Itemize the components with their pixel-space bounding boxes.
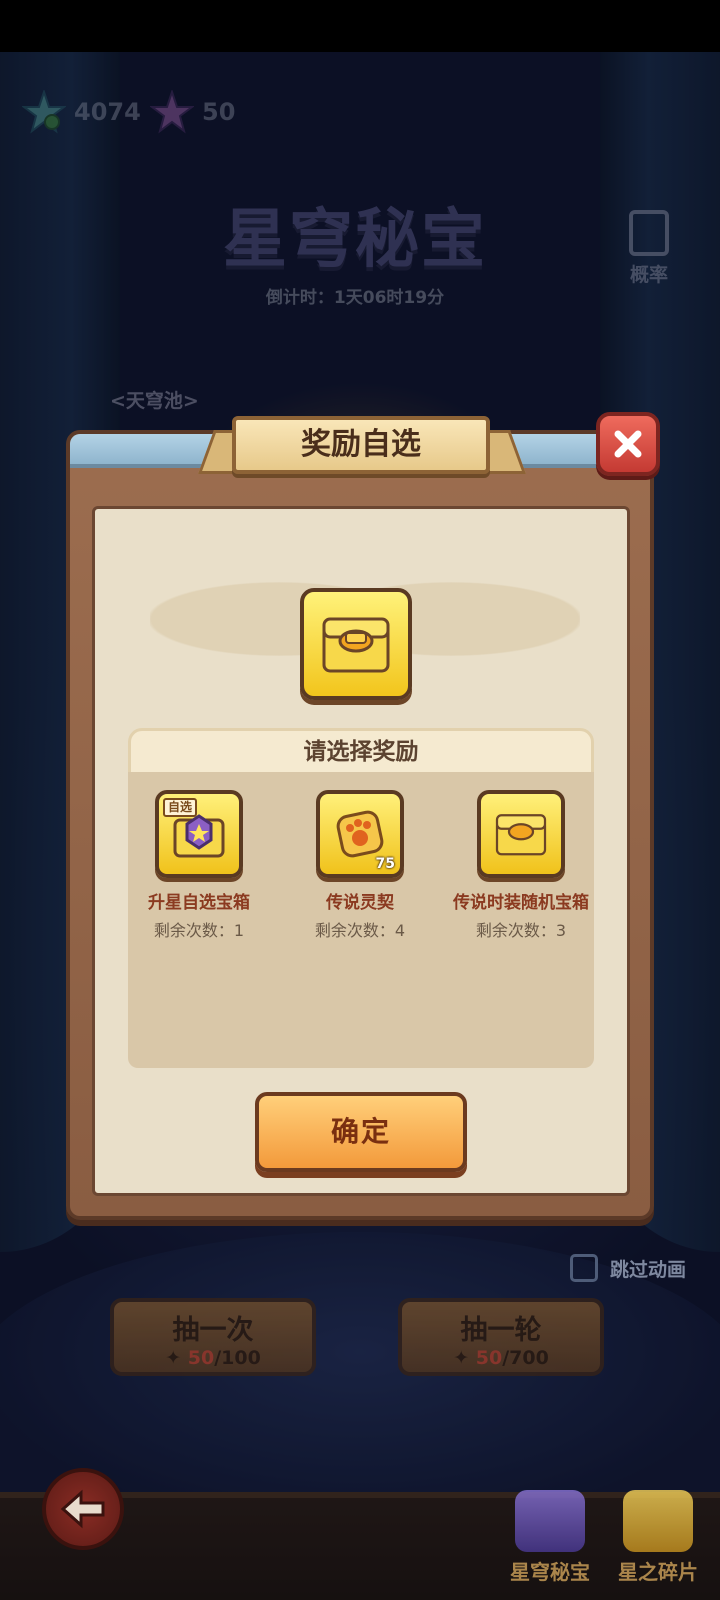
reward-option-frame[interactable]: 75 [316, 790, 404, 878]
modal-title: 奖励自选 [301, 427, 421, 462]
gold-chest-icon [623, 1490, 693, 1552]
reward-remaining: 剩余次数：3 [475, 921, 567, 940]
tab-label: 星之碎片 [618, 1560, 698, 1584]
reward-option-upgrade-chest[interactable]: 自选 升星自选宝箱 剩余次数：1 [119, 790, 279, 941]
item-quantity: 75 [375, 856, 395, 872]
choose-reward-header: 请选择奖励 [128, 728, 594, 776]
reward-name: 升星自选宝箱 [148, 893, 250, 913]
draw-once-label: 抽一次 [172, 1315, 254, 1346]
gem-icon: ✦ [453, 1347, 470, 1369]
reward-name: 传说时装随机宝箱 [453, 893, 589, 913]
treasure-chest-icon [322, 617, 390, 673]
skip-animation-label: 跳过动画 [610, 1258, 687, 1281]
paw-scroll-icon [336, 810, 384, 858]
tab-star-treasure[interactable]: 星穹秘宝 [500, 1490, 600, 1585]
close-button[interactable] [596, 412, 660, 476]
draw-once-have: 50 [187, 1347, 215, 1369]
gem-icon: ✦ [165, 1347, 182, 1369]
skip-animation-checkbox[interactable] [570, 1254, 598, 1282]
reward-option-frame[interactable]: 自选 [155, 790, 243, 878]
skip-animation-toggle[interactable]: 跳过动画 [570, 1254, 686, 1282]
draw-round-label: 抽一轮 [460, 1315, 542, 1346]
reward-option-costume-chest[interactable]: 传说时装随机宝箱 剩余次数：3 [441, 790, 601, 941]
reward-remaining: 剩余次数：4 [314, 921, 406, 940]
tab-star-fragment[interactable]: 星之碎片 [608, 1490, 708, 1585]
reward-option-legend-pact[interactable]: 75 传说灵契 剩余次数：4 [280, 790, 440, 941]
selected-reward-chest [300, 588, 412, 700]
purple-crystal-icon [515, 1490, 585, 1552]
confirm-label: 确定 [330, 1115, 391, 1148]
draw-once-cost: ✦ 50/100 [114, 1347, 312, 1369]
draw-round-have: 50 [475, 1347, 503, 1369]
draw-round-cost: ✦ 50/700 [402, 1347, 600, 1369]
reward-option-frame[interactable] [477, 790, 565, 878]
modal-title-banner: 奖励自选 [232, 416, 490, 474]
draw-once-button[interactable]: 抽一次 ✦ 50/100 [110, 1298, 316, 1376]
tab-label: 星穹秘宝 [510, 1560, 590, 1584]
status-bar [0, 0, 720, 52]
self-select-tag: 自选 [163, 798, 198, 817]
draw-round-need: /700 [502, 1347, 549, 1369]
close-icon [614, 430, 642, 458]
treasure-chest-icon [495, 814, 547, 856]
back-button[interactable] [42, 1468, 124, 1550]
draw-round-button[interactable]: 抽一轮 ✦ 50/700 [398, 1298, 604, 1376]
confirm-button[interactable]: 确定 [255, 1092, 467, 1172]
back-arrow-icon [60, 1489, 105, 1529]
draw-once-need: /100 [214, 1347, 261, 1369]
reward-remaining: 剩余次数：1 [153, 921, 245, 940]
reward-name: 传说灵契 [326, 893, 394, 913]
